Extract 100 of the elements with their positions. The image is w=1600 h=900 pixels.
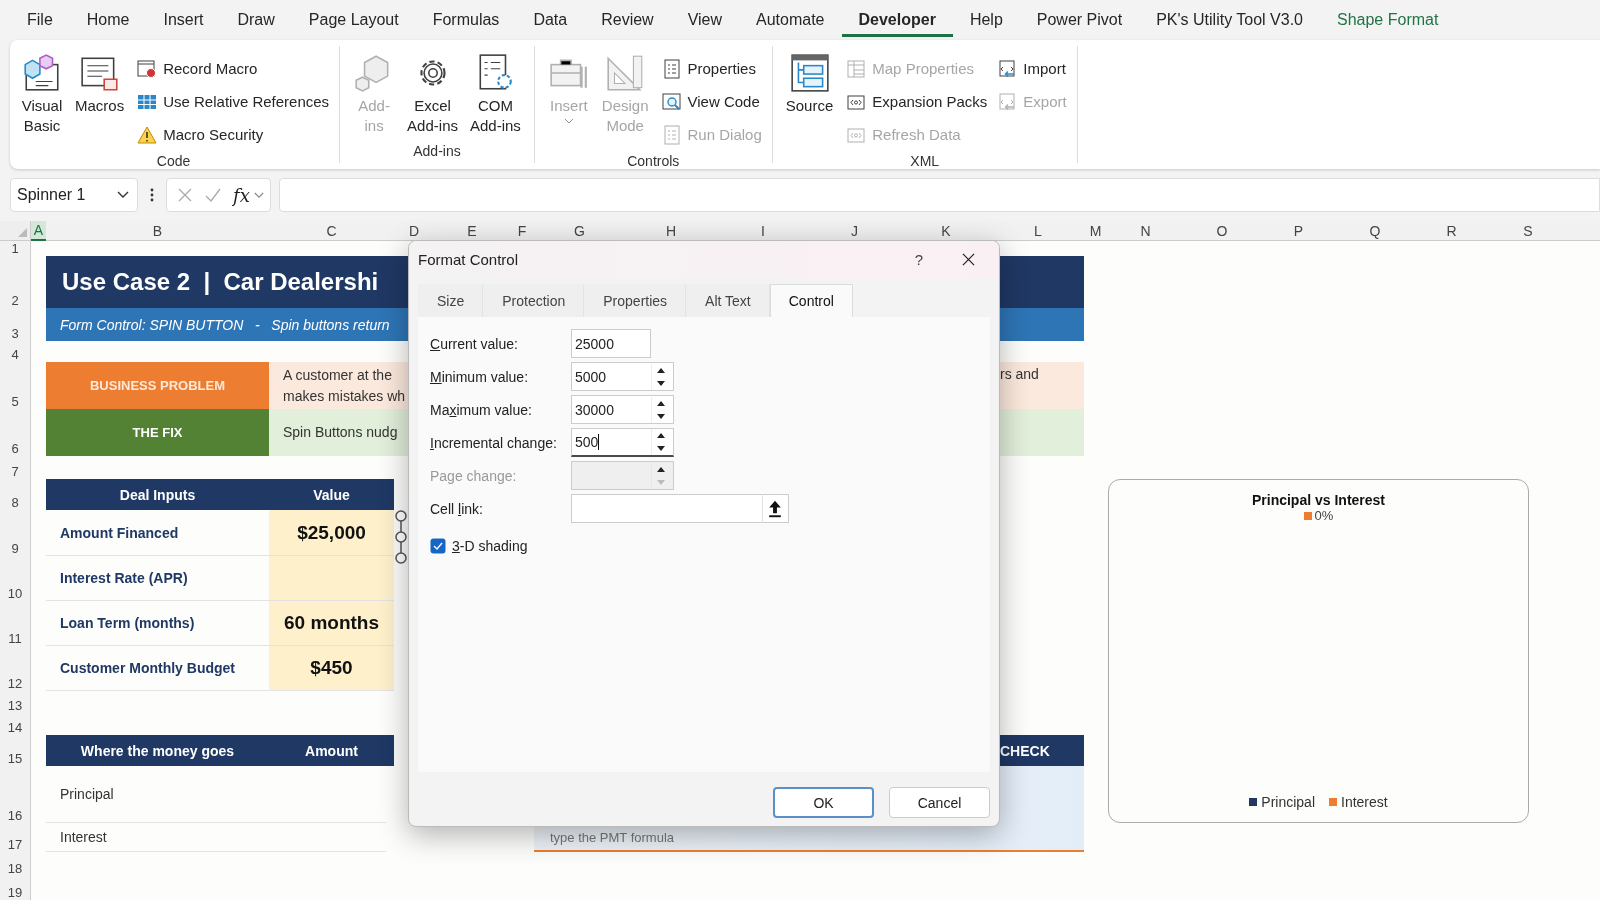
dialog-tab[interactable]: Alt Text [686,284,770,317]
row-header[interactable]: 5 [0,362,31,409]
row-header[interactable]: 18 [0,852,31,876]
dialog-tab[interactable]: Size [418,284,484,317]
help-button[interactable]: ? [904,250,934,268]
row-header[interactable]: 19 [0,876,31,900]
dialog-button[interactable]: OK [773,787,874,818]
ribbon-button[interactable]: Import [997,52,1067,85]
row-header[interactable]: 13 [0,691,31,713]
ribbon-tab[interactable]: Automate [739,3,842,37]
column-header[interactable]: P [1260,221,1337,241]
group-label: XML [910,152,940,169]
checkbox[interactable] [430,538,446,554]
field-label: 3-D shading [452,538,528,554]
column-header[interactable]: A [31,221,46,241]
insert-function-button[interactable]: fx [233,184,250,206]
field-label: Page change: [430,467,518,484]
field-label: Minimum value: [430,368,530,385]
column-header[interactable]: N [1107,221,1184,241]
ribbon-tab[interactable]: File [10,3,70,37]
ribbon-tab[interactable]: Developer [841,3,953,37]
ribbon-button[interactable]: View Code [661,85,762,118]
row-header[interactable]: 12 [0,646,31,691]
ribbon-tab[interactable]: Home [69,3,147,37]
ribbon-tab[interactable]: Page Layout [291,3,416,37]
close-icon[interactable] [962,252,975,266]
ribbon-button[interactable]: Expansion Packs [846,85,988,118]
row-header[interactable]: 15 [0,735,31,766]
ribbon-tab[interactable]: Data [516,3,585,37]
column-header[interactable]: Q [1337,221,1413,241]
ribbon-button[interactable]: Source [782,52,837,151]
ribbon-tab[interactable]: Help [952,3,1020,37]
cell-reference-field[interactable] [571,494,789,523]
column-header[interactable]: S [1490,221,1566,241]
row-header[interactable]: 14 [0,713,31,735]
chart-panel[interactable]: Principal vs Interest 0% Principal Interest [1108,479,1529,823]
column-header[interactable]: O [1184,221,1260,241]
row-header[interactable]: 6 [0,409,31,456]
ribbon-tab[interactable]: Shape Format [1320,3,1456,37]
row-header[interactable]: 4 [0,341,31,362]
row-header[interactable]: 3 [0,308,31,341]
dialog-tab[interactable]: Properties [584,284,687,317]
row-header[interactable]: 8 [0,479,31,510]
column-header[interactable]: D [394,221,434,241]
ribbon-button[interactable]: Visual Basic [18,52,66,151]
row-header[interactable]: 16 [0,766,31,823]
ribbon-button[interactable]: Macros [72,52,128,151]
column-header[interactable]: G [534,221,625,241]
column-header[interactable]: C [269,221,394,241]
group-label: Controls [627,152,680,169]
ribbon-button[interactable]: COM Add-ins [466,52,524,141]
spin-field[interactable]: 5000 [571,362,674,391]
tree-window-icon [788,52,831,94]
ribbon-button[interactable]: Record Macro [137,52,330,85]
column-header[interactable]: F [510,221,534,241]
formula-input[interactable] [278,178,1600,212]
spin-field[interactable]: 500 [571,428,674,457]
group-label: Code [156,152,191,169]
row-header[interactable]: 9 [0,510,31,556]
column-header[interactable]: L [992,221,1084,241]
dialog-button[interactable]: Cancel [889,787,990,818]
column-header[interactable]: H [625,221,717,241]
ribbon-button[interactable]: Use Relative References [137,85,330,118]
ribbon-tab[interactable]: View [670,3,740,37]
row-header[interactable]: 10 [0,556,31,601]
column-header[interactable]: M [1084,221,1107,241]
dialog-title: Format Control [418,250,520,268]
column-header[interactable]: E [434,221,510,241]
ribbon-tab[interactable]: PK's Utility Tool V3.0 [1139,3,1320,37]
record-window-icon [137,58,158,79]
input-field[interactable]: 25000 [571,329,651,358]
problem-label: BUSINESS PROBLEM [46,362,269,409]
ribbon-button[interactable]: Excel Add-ins [404,52,461,141]
ribbon-tab[interactable]: Review [584,3,671,37]
ribbon-tab[interactable]: Insert [146,3,221,37]
chart-title: Principal vs Interest [1251,492,1386,508]
ribbon-button[interactable]: Macro Security [137,118,330,151]
selection-handles-drawing[interactable] [395,510,407,566]
row-header[interactable]: 7 [0,456,31,479]
column-header[interactable]: I [717,221,809,241]
checkmark-icon[interactable] [205,187,221,203]
column-header[interactable]: K [900,221,992,241]
column-header[interactable]: B [46,221,269,241]
row-header[interactable]: 17 [0,823,31,852]
chevron-down-icon[interactable] [253,191,264,199]
column-header[interactable]: R [1413,221,1490,241]
ribbon-button[interactable]: Properties [661,52,762,85]
spin-field[interactable]: 30000 [571,395,674,424]
row-header[interactable]: 2 [0,256,31,308]
ribbon-tab[interactable]: Formulas [415,3,517,37]
dialog-tab[interactable]: Control [769,284,853,317]
table-header-text: CHECK [999,741,1051,761]
column-header[interactable]: J [809,221,900,241]
ribbon-tab[interactable]: Power Pivot [1019,3,1140,37]
ribbon-tab[interactable]: Draw [220,3,292,37]
row-header[interactable]: 11 [0,601,31,646]
row-header[interactable]: 1 [0,241,31,256]
group-label: Add-ins [413,142,461,159]
dialog-tab[interactable]: Protection [483,284,585,317]
name-box[interactable]: Spinner 1 [10,178,138,212]
